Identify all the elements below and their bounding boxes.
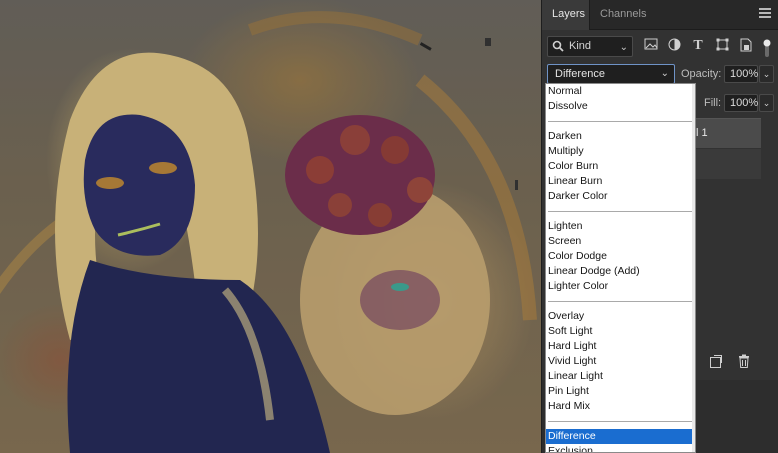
fill-label: Fill: <box>704 97 722 109</box>
dropdown-separator <box>548 121 693 122</box>
blend-mode-option-linear-light[interactable]: Linear Light <box>546 369 695 384</box>
opacity-chevron-icon[interactable]: ⌄ <box>759 65 774 83</box>
blend-mode-option-lighter-color[interactable]: Lighter Color <box>546 279 695 294</box>
shape-filter-icon[interactable] <box>714 38 730 54</box>
blend-mode-value: Difference <box>555 68 605 80</box>
blend-mode-option-color-burn[interactable]: Color Burn <box>546 159 695 174</box>
panel-tab-bar: Layers Channels <box>542 0 778 30</box>
blend-mode-option-linear-dodge-add[interactable]: Linear Dodge (Add) <box>546 264 695 279</box>
blend-mode-option-darker-color[interactable]: Darker Color <box>546 189 695 204</box>
kind-filter-select[interactable]: Kind ⌄ <box>547 36 633 57</box>
document-canvas[interactable] <box>0 0 541 453</box>
panel-menu-icon[interactable] <box>759 8 771 18</box>
kind-filter-label: Kind <box>569 40 592 52</box>
blend-mode-option-normal[interactable]: Normal <box>546 84 695 99</box>
canvas-dim-overlay <box>0 0 541 453</box>
fill-chevron-icon[interactable]: ⌄ <box>759 94 774 112</box>
blend-mode-list: Normal Dissolve Darken Multiply Color Burn Li… <box>546 84 695 452</box>
blend-mode-option-difference[interactable]: Difference <box>546 429 695 444</box>
opacity-label: Opacity: <box>681 68 722 80</box>
dropdown-scrollbar[interactable] <box>692 84 695 452</box>
blend-mode-option-soft-light[interactable]: Soft Light <box>546 324 695 339</box>
blend-mode-option-multiply[interactable]: Multiply <box>546 144 695 159</box>
trash-icon[interactable] <box>737 354 753 370</box>
chevron-down-icon: ⌄ <box>660 68 669 79</box>
blend-mode-select[interactable]: Difference ⌄ <box>547 64 675 84</box>
blend-mode-dropdown: Normal Dissolve Darken Multiply Color Burn Li… <box>545 83 696 453</box>
blend-mode-option-vivid-light[interactable]: Vivid Light <box>546 354 695 369</box>
opacity-field[interactable]: 100% <box>724 65 758 83</box>
blend-mode-option-overlay[interactable]: Overlay <box>546 309 695 324</box>
smart-object-filter-icon[interactable] <box>738 38 754 54</box>
blend-mode-option-screen[interactable]: Screen <box>546 234 695 249</box>
blend-mode-option-linear-burn[interactable]: Linear Burn <box>546 174 695 189</box>
layer-filter-row: Kind ⌄ T <box>542 36 778 58</box>
dropdown-separator <box>548 421 693 422</box>
type-filter-icon[interactable]: T <box>690 38 706 54</box>
adjustment-filter-icon[interactable] <box>666 38 682 54</box>
blend-mode-option-darken[interactable]: Darken <box>546 129 695 144</box>
blend-mode-option-color-dodge[interactable]: Color Dodge <box>546 249 695 264</box>
blend-mode-option-hard-light[interactable]: Hard Light <box>546 339 695 354</box>
fill-field[interactable]: 100% <box>724 94 758 112</box>
blend-mode-option-exclusion[interactable]: Exclusion <box>546 444 695 452</box>
layer-row[interactable] <box>692 149 761 179</box>
image-filter-icon[interactable] <box>643 38 659 54</box>
search-icon <box>552 40 564 59</box>
new-layer-icon[interactable] <box>709 354 725 370</box>
blend-mode-option-dissolve[interactable]: Dissolve <box>546 99 695 114</box>
chevron-down-icon: ⌄ <box>619 42 628 53</box>
layer-row-selected[interactable]: l 1 <box>692 118 761 148</box>
dropdown-separator <box>548 211 693 212</box>
tab-channels[interactable]: Channels <box>590 0 652 30</box>
tab-layers[interactable]: Layers <box>542 0 590 30</box>
dropdown-separator <box>548 301 693 302</box>
filter-toggle-icon[interactable] <box>762 38 772 57</box>
blend-mode-option-pin-light[interactable]: Pin Light <box>546 384 695 399</box>
blend-mode-option-lighten[interactable]: Lighten <box>546 219 695 234</box>
blend-mode-option-hard-mix[interactable]: Hard Mix <box>546 399 695 414</box>
